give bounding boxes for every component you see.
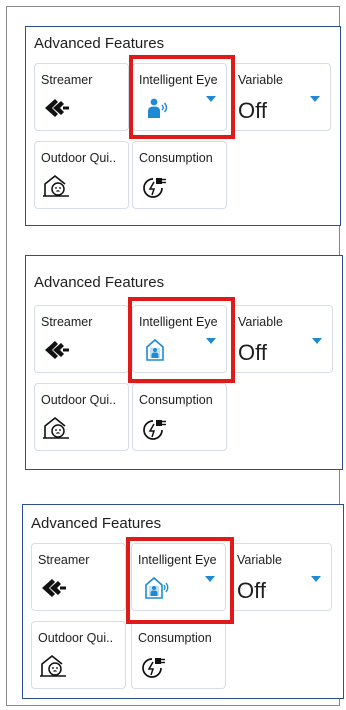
- tile-streamer[interactable]: Streamer: [34, 305, 129, 373]
- panel-title: Advanced Features: [34, 35, 165, 52]
- tile-variable[interactable]: Variable Off: [230, 543, 332, 611]
- intelligent-eye-highlight-2: [128, 297, 235, 383]
- tile-label: Outdoor Qui..: [38, 631, 114, 645]
- tile-streamer[interactable]: Streamer: [31, 543, 126, 611]
- intelligent-eye-highlight-3: [126, 537, 234, 624]
- tile-outdoor-quiet[interactable]: Outdoor Qui..: [34, 141, 129, 209]
- tile-label: Variable: [238, 315, 283, 329]
- consumption-plug-icon: [143, 178, 166, 198]
- panel-title: Advanced Features: [34, 274, 165, 291]
- tile-outdoor-quiet[interactable]: Outdoor Qui..: [34, 383, 129, 451]
- tile-label: Consumption: [139, 393, 213, 407]
- tile-label: Streamer: [38, 553, 90, 567]
- chevron-down-icon[interactable]: [312, 338, 322, 344]
- variable-value: Off: [238, 98, 267, 123]
- tile-consumption[interactable]: Consumption: [132, 383, 227, 451]
- variable-value: Off: [238, 340, 267, 365]
- consumption-plug-icon: [143, 420, 166, 440]
- streamer-icon: [42, 579, 66, 597]
- tile-label: Consumption: [139, 151, 213, 165]
- tile-label: Variable: [238, 73, 283, 87]
- tile-outdoor-quiet[interactable]: Outdoor Qui..: [31, 621, 126, 689]
- tile-consumption[interactable]: Consumption: [131, 621, 226, 689]
- tile-variable[interactable]: Variable Off: [231, 305, 333, 373]
- tile-label: Variable: [237, 553, 282, 567]
- outdoor-quiet-icon: [43, 416, 69, 439]
- intelligent-eye-highlight-1: [129, 55, 235, 139]
- outdoor-quiet-icon: [43, 174, 69, 197]
- tile-label: Streamer: [41, 315, 93, 329]
- tile-consumption[interactable]: Consumption: [132, 141, 227, 209]
- tile-variable[interactable]: Variable Off: [231, 63, 331, 131]
- streamer-icon: [45, 341, 69, 359]
- variable-value: Off: [237, 578, 266, 603]
- outdoor-quiet-icon: [40, 654, 66, 677]
- tile-streamer[interactable]: Streamer: [34, 63, 129, 131]
- chevron-down-icon[interactable]: [311, 576, 321, 582]
- tile-label: Consumption: [138, 631, 212, 645]
- chevron-down-icon[interactable]: [310, 96, 320, 102]
- panel-title: Advanced Features: [31, 515, 162, 532]
- consumption-plug-icon: [142, 658, 165, 678]
- tile-label: Streamer: [41, 73, 93, 87]
- tile-label: Outdoor Qui..: [41, 151, 117, 165]
- streamer-icon: [45, 99, 69, 117]
- tile-label: Outdoor Qui..: [41, 393, 117, 407]
